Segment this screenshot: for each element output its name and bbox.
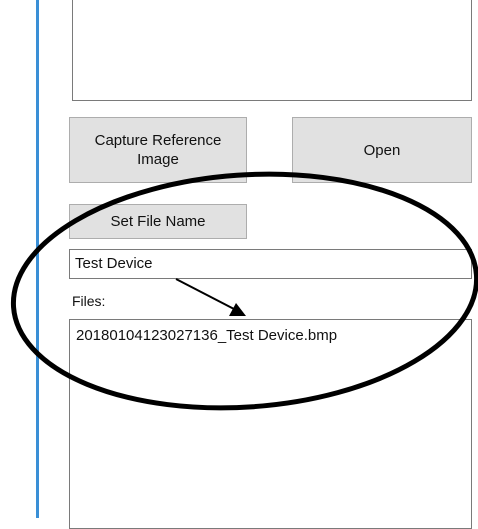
files-label: Files: (72, 293, 106, 309)
capture-button-label: Capture Reference Image (95, 131, 222, 169)
capture-button-label-line2: Image (137, 151, 179, 168)
files-list[interactable]: 20180104123027136_Test Device.bmp (69, 319, 472, 529)
image-preview-box (72, 0, 472, 101)
file-name-input[interactable]: Test Device (69, 249, 472, 279)
window-left-border (36, 0, 39, 518)
annotation-arrow-line (175, 278, 235, 310)
annotation-arrow-head (229, 303, 246, 316)
open-button-label: Open (363, 141, 401, 159)
set-file-name-button-label: Set File Name (110, 213, 206, 230)
open-button[interactable]: Open (292, 117, 472, 183)
list-item[interactable]: 20180104123027136_Test Device.bmp (76, 327, 337, 344)
capture-reference-image-button[interactable]: Capture Reference Image (69, 117, 247, 183)
set-file-name-button[interactable]: Set File Name (69, 204, 247, 239)
capture-button-label-line1: Capture Reference (94, 132, 222, 149)
file-name-input-value: Test Device (75, 255, 153, 272)
